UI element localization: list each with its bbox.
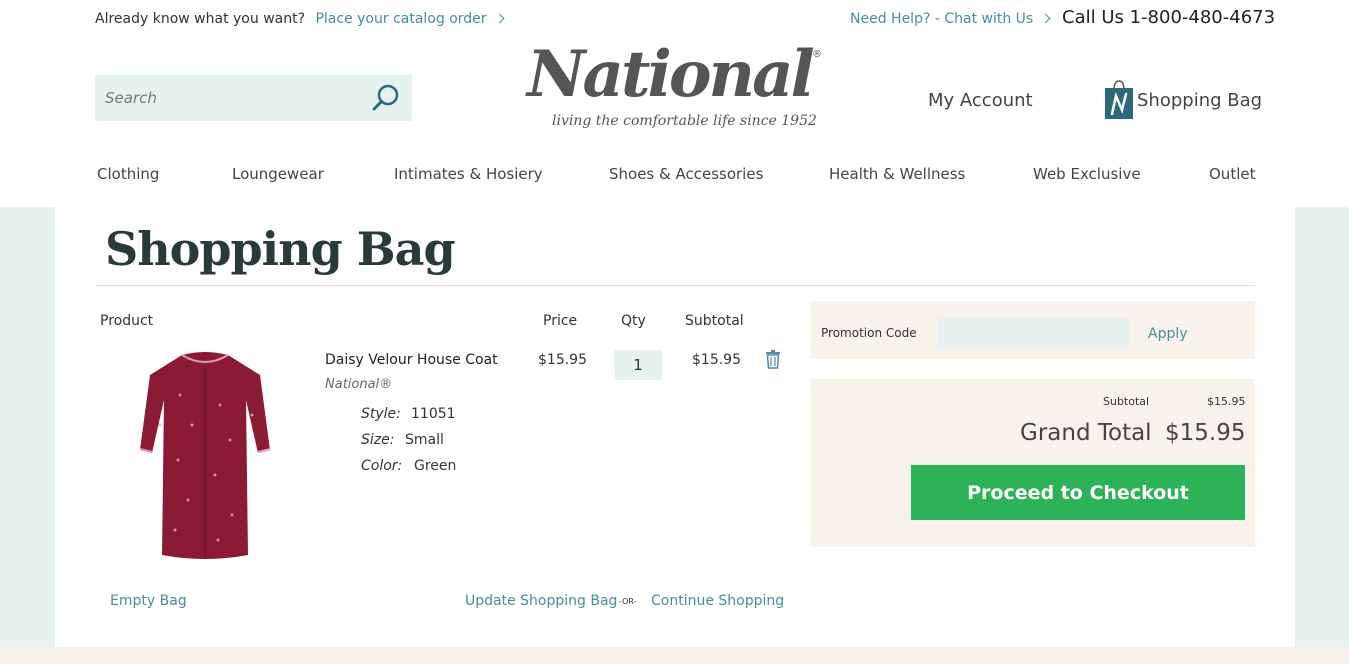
- continue-shopping-link[interactable]: Continue Shopping: [651, 593, 784, 609]
- style-value: 11051: [411, 406, 456, 422]
- nav-item-shoes-accessories[interactable]: Shoes & Accessories: [609, 165, 763, 183]
- nav-item-web-exclusive[interactable]: Web Exclusive: [1033, 165, 1141, 183]
- promo-label: Promotion Code: [821, 326, 917, 340]
- logo-tagline: living the comfortable life since 1952: [552, 113, 817, 129]
- nav-item-loungewear[interactable]: Loungewear: [232, 165, 324, 183]
- footer-band: [0, 647, 1349, 664]
- chat-help-link[interactable]: Need Help? - Chat with Us: [850, 11, 1051, 27]
- color-value: Green: [414, 458, 457, 474]
- grand-total-value: $15.95: [1165, 420, 1246, 446]
- page-title: Shopping Bag: [105, 222, 456, 276]
- checkout-button[interactable]: Proceed to Checkout: [911, 465, 1245, 520]
- size-label: Size:: [361, 432, 395, 448]
- logo-wordmark: National: [527, 37, 815, 112]
- item-subtotal: $15.95: [692, 352, 741, 368]
- catalog-prompt: Already know what you want? Place your c…: [95, 11, 504, 27]
- catalog-order-link[interactable]: Place your catalog order: [315, 11, 504, 27]
- column-header-product: Product: [100, 313, 154, 329]
- empty-bag-link[interactable]: Empty Bag: [110, 593, 187, 609]
- color-label: Color:: [361, 458, 403, 474]
- catalog-prompt-text: Already know what you want?: [95, 11, 306, 27]
- phone-number: Call Us 1-800-480-4673: [1062, 7, 1276, 28]
- chevron-right-icon: [1040, 13, 1051, 24]
- product-image[interactable]: [120, 345, 290, 565]
- summary-subtotal-value: $15.95: [1207, 395, 1246, 408]
- search-box: [95, 75, 412, 121]
- national-logo[interactable]: National ® living the comfortable life s…: [522, 37, 832, 133]
- item-price: $15.95: [538, 352, 587, 368]
- column-header-subtotal: Subtotal: [685, 313, 744, 329]
- search-icon[interactable]: [370, 82, 402, 114]
- shopping-bag-icon[interactable]: [1104, 78, 1134, 120]
- shopping-bag-link[interactable]: Shopping Bag: [1137, 90, 1262, 111]
- nav-item-intimates-hosiery[interactable]: Intimates & Hosiery: [394, 165, 543, 183]
- nav-item-outlet[interactable]: Outlet: [1209, 165, 1255, 183]
- order-summary: [811, 379, 1255, 547]
- style-label: Style:: [361, 406, 401, 422]
- quantity-input[interactable]: [614, 350, 662, 380]
- search-input[interactable]: [95, 75, 365, 121]
- update-bag-link[interactable]: Update Shopping Bag: [465, 593, 617, 609]
- promo-code-input[interactable]: [938, 318, 1129, 347]
- grand-total-label: Grand Total: [1020, 420, 1152, 446]
- column-header-price: Price: [543, 313, 578, 329]
- summary-subtotal-label: Subtotal: [1103, 395, 1150, 408]
- logo-registered: ®: [812, 49, 822, 60]
- main-nav: Clothing Loungewear Intimates & Hosiery …: [0, 165, 1349, 187]
- nav-item-health-wellness[interactable]: Health & Wellness: [829, 165, 965, 183]
- chevron-right-icon: [494, 13, 504, 24]
- promo-apply-button[interactable]: Apply: [1148, 326, 1188, 342]
- product-name-link[interactable]: Daisy Velour House Coat: [325, 352, 498, 368]
- column-header-qty: Qty: [621, 313, 646, 329]
- trash-icon[interactable]: [765, 350, 781, 369]
- nav-item-clothing[interactable]: Clothing: [97, 165, 159, 183]
- size-value: Small: [405, 432, 444, 448]
- top-utility-bar: Already know what you want? Place your c…: [0, 0, 1349, 40]
- title-divider: [96, 285, 1255, 286]
- product-brand: National®: [325, 377, 393, 392]
- or-separator: -OR-: [619, 597, 637, 606]
- my-account-link[interactable]: My Account: [928, 90, 1033, 111]
